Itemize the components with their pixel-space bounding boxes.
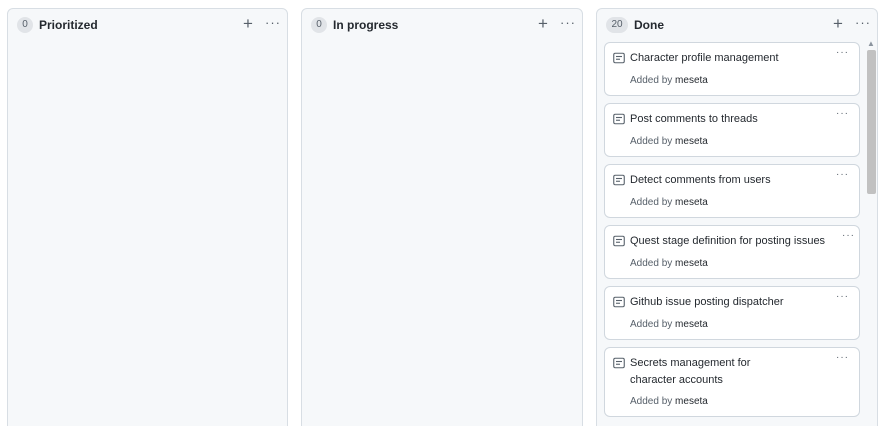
column-count-badge: 0 (17, 17, 33, 33)
card[interactable]: Quest stage definition for posting issue… (604, 225, 860, 279)
note-icon (613, 52, 625, 64)
column-prioritized: 0 Prioritized + ··· (7, 8, 288, 426)
card[interactable]: Github issue posting dispatcher ··· Adde… (604, 286, 860, 340)
note-icon (613, 113, 625, 125)
card-author[interactable]: meseta (675, 319, 708, 330)
card-title-row: Post comments to threads (613, 111, 851, 129)
column-menu-button[interactable]: ··· (560, 16, 576, 30)
column-header: 0 In progress + ··· (302, 9, 582, 41)
card-title[interactable]: Post comments to threads (630, 111, 758, 128)
add-card-button[interactable]: + (833, 14, 843, 34)
column-menu-button[interactable]: ··· (265, 16, 281, 30)
note-icon (613, 235, 625, 247)
card-meta: Added by meseta (613, 74, 851, 87)
column-menu-button[interactable]: ··· (855, 16, 871, 30)
column-header: 20 Done + ··· (597, 9, 877, 41)
card-title[interactable]: Secrets management for character account… (630, 355, 799, 389)
card-meta: Added by meseta (613, 135, 851, 148)
added-by-label: Added by (630, 319, 673, 330)
card-title-row: Quest stage definition for posting issue… (613, 233, 851, 251)
card-menu-button[interactable]: ··· (836, 48, 849, 58)
card-menu-button[interactable]: ··· (836, 109, 849, 119)
card-author[interactable]: meseta (675, 197, 708, 208)
card-menu-button[interactable]: ··· (836, 292, 849, 302)
card-title-row: Character profile management (613, 50, 851, 68)
card-title[interactable]: Character profile management (630, 50, 779, 67)
card[interactable]: Secrets management for character account… (604, 347, 860, 417)
added-by-label: Added by (630, 136, 673, 147)
column-in-progress: 0 In progress + ··· (301, 8, 583, 426)
card-title[interactable]: Detect comments from users (630, 172, 771, 189)
card-title[interactable]: Github issue posting dispatcher (630, 294, 783, 311)
card[interactable]: Detect comments from users ··· Added by … (604, 164, 860, 218)
card-meta: Added by meseta (613, 257, 851, 270)
note-icon (613, 296, 625, 308)
card-title-row: Detect comments from users (613, 172, 851, 190)
card-author[interactable]: meseta (675, 75, 708, 86)
added-by-label: Added by (630, 197, 673, 208)
card-list: Character profile management ··· Added b… (604, 42, 860, 424)
add-card-button[interactable]: + (243, 14, 253, 34)
card-menu-button[interactable]: ··· (842, 231, 855, 241)
column-count-badge: 20 (606, 17, 628, 33)
card-author[interactable]: meseta (675, 258, 708, 269)
column-title: Done (634, 18, 664, 32)
card-title-row: Github issue posting dispatcher (613, 294, 851, 312)
added-by-label: Added by (630, 75, 673, 86)
column-title: In progress (333, 18, 399, 32)
scrollbar-thumb[interactable] (867, 50, 876, 194)
chevron-up-icon[interactable]: ▲ (867, 39, 875, 49)
card-author[interactable]: meseta (675, 136, 708, 147)
column-title: Prioritized (39, 18, 98, 32)
note-icon (613, 357, 625, 369)
column-done: 20 Done + ··· Character profile manageme… (596, 8, 878, 426)
note-icon (613, 174, 625, 186)
add-card-button[interactable]: + (538, 14, 548, 34)
added-by-label: Added by (630, 396, 673, 407)
scrollbar[interactable]: ▲ (865, 39, 877, 426)
card-author[interactable]: meseta (675, 396, 708, 407)
card-meta: Added by meseta (613, 196, 851, 209)
card-meta: Added by meseta (613, 318, 851, 331)
card[interactable]: Post comments to threads ··· Added by me… (604, 103, 860, 157)
card-menu-button[interactable]: ··· (836, 170, 849, 180)
card-menu-button[interactable]: ··· (836, 353, 849, 363)
card[interactable]: Character profile management ··· Added b… (604, 42, 860, 96)
column-count-badge: 0 (311, 17, 327, 33)
card-meta: Added by meseta (613, 395, 851, 408)
added-by-label: Added by (630, 258, 673, 269)
column-header: 0 Prioritized + ··· (8, 9, 287, 41)
card-title[interactable]: Quest stage definition for posting issue… (630, 233, 825, 250)
card-title-row: Secrets management for character account… (613, 355, 851, 389)
